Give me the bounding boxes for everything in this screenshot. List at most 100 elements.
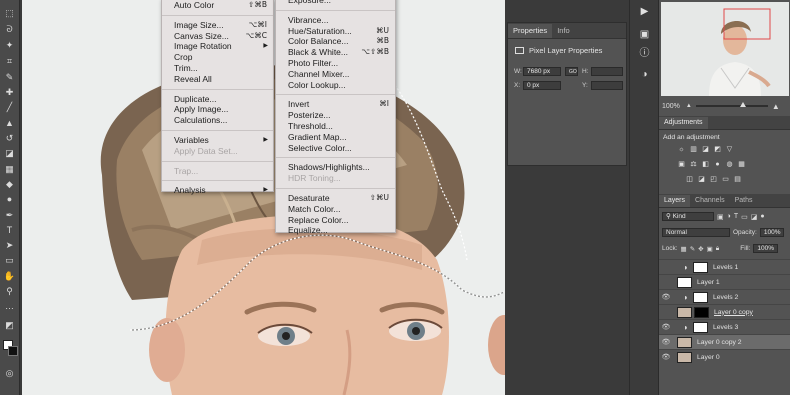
layer-name[interactable]: Levels 3: [713, 324, 738, 331]
gradient-map-icon[interactable]: ▭: [721, 175, 730, 183]
filter-toggle-icon[interactable]: ●: [760, 213, 764, 220]
dodge-tool-icon[interactable]: ●: [2, 194, 17, 205]
layer-name[interactable]: Layer 0 copy: [714, 309, 753, 316]
pen-tool-icon[interactable]: ✒: [2, 210, 17, 221]
quick-mask-icon[interactable]: ◎: [2, 368, 17, 379]
adjustments-menu-item-color-lookup[interactable]: Color Lookup...: [276, 80, 395, 91]
adjustments-menu-item-gradient-map[interactable]: Gradient Map...: [276, 132, 395, 143]
blur-tool-icon[interactable]: ◆: [2, 179, 17, 190]
lock-all-icon[interactable]: 🔒︎: [716, 245, 719, 253]
background-color-swatch[interactable]: [8, 346, 18, 356]
image-menu-item-trim[interactable]: Trim...: [162, 63, 273, 74]
stamp-tool-icon[interactable]: ▲: [2, 118, 17, 129]
eyedropper-tool-icon[interactable]: ✎: [2, 72, 17, 83]
image-menu-item-duplicate[interactable]: Duplicate...: [162, 94, 273, 105]
x-field[interactable]: 0 px: [523, 81, 561, 90]
magic-wand-tool-icon[interactable]: ✦: [2, 40, 17, 51]
filter-type-icon[interactable]: T: [734, 213, 738, 220]
healing-brush-tool-icon[interactable]: ✚: [2, 87, 17, 98]
adjustments-menu-item-desaturate[interactable]: Desaturate ⇧⌘U: [276, 193, 395, 204]
layer-thumbnail[interactable]: [677, 276, 692, 288]
image-menu-item-canvas-size[interactable]: Canvas Size... ⌥⌘C: [162, 31, 273, 42]
blend-mode-dropdown[interactable]: Normal: [662, 228, 730, 237]
visibility-eye-icon[interactable]: 👁︎: [659, 338, 673, 346]
layer-row[interactable]: 👁︎ ◑ Levels 2: [659, 289, 790, 304]
image-menu-item-image-size[interactable]: Image Size... ⌥⌘I: [162, 20, 273, 31]
brightness-icon[interactable]: ☼: [677, 145, 686, 153]
adjustments-menu-item-replace-color[interactable]: Replace Color...: [276, 215, 395, 226]
height-field[interactable]: [591, 67, 623, 76]
document-canvas[interactable]: Auto Color ⇧⌘B Image Size... ⌥⌘I Canvas Size…: [22, 0, 505, 395]
layer-mask-thumbnail[interactable]: [693, 261, 708, 273]
adjustments-menu-item-black-white[interactable]: Black & White... ⌥⇧⌘B: [276, 47, 395, 58]
visibility-eye-icon[interactable]: 👁︎: [659, 353, 673, 361]
lasso-tool-icon[interactable]: ᘐ: [2, 24, 17, 35]
history-brush-tool-icon[interactable]: ↺: [2, 133, 17, 144]
levels-icon[interactable]: ▥: [689, 145, 698, 153]
adjustments-menu-item-photo-filter[interactable]: Photo Filter...: [276, 58, 395, 69]
image-menu-item-apply-image[interactable]: Apply Image...: [162, 104, 273, 115]
adjustments-menu-item-posterize[interactable]: Posterize...: [276, 110, 395, 121]
image-menu-item-calculations[interactable]: Calculations...: [162, 115, 273, 126]
threshold-icon[interactable]: ◰: [709, 175, 718, 183]
layer-name[interactable]: Levels 2: [713, 294, 738, 301]
layer-mask-thumbnail[interactable]: [693, 321, 708, 333]
opacity-field[interactable]: 100%: [759, 228, 785, 237]
layer-filter-dropdown[interactable]: ⚲ Kind: [662, 212, 714, 221]
filter-shape-icon[interactable]: ▭: [741, 213, 748, 221]
layer-name[interactable]: Levels 1: [713, 264, 738, 271]
layer-row[interactable]: ◑ Levels 1: [659, 259, 790, 274]
adjustments-menu-item-invert[interactable]: Invert ⌘I: [276, 99, 395, 110]
tab-channels[interactable]: Channels: [690, 195, 730, 207]
eraser-tool-icon[interactable]: ◪: [2, 148, 17, 159]
filter-pixel-icon[interactable]: ▣: [717, 213, 724, 221]
adjustments-menu-item-color-balance[interactable]: Color Balance... ⌘B: [276, 36, 395, 47]
adjustments-menu-item-vibrance[interactable]: Vibrance...: [276, 15, 395, 26]
adjustments-icon[interactable]: ◑: [638, 68, 651, 80]
zoom-slider-handle[interactable]: [739, 102, 746, 107]
image-menu-item-image-rotation[interactable]: Image Rotation ▶: [162, 41, 273, 52]
layer-thumbnail[interactable]: [677, 306, 692, 318]
layer-thumbnail[interactable]: [677, 336, 692, 348]
layer-row[interactable]: 👁︎ ◑ Levels 3: [659, 319, 790, 334]
tab-paths[interactable]: Paths: [730, 195, 758, 207]
layer-row[interactable]: Layer 0 copy: [659, 304, 790, 319]
invert-icon[interactable]: ◫: [685, 175, 694, 183]
marquee-tool-icon[interactable]: ⬚: [2, 8, 17, 19]
vibrance-icon[interactable]: ▣: [677, 160, 686, 168]
tab-layers[interactable]: Layers: [659, 195, 691, 207]
y-field[interactable]: [591, 81, 623, 90]
filter-adjustment-icon[interactable]: ◑: [727, 213, 731, 220]
image-menu-item-auto-color[interactable]: Auto Color ⇧⌘B: [162, 0, 273, 11]
zoom-tool-icon[interactable]: ⚲: [2, 286, 17, 297]
posterize-icon[interactable]: ◪: [697, 175, 706, 183]
brush-tool-icon[interactable]: ╱: [2, 102, 17, 113]
selective-color-icon[interactable]: ▤: [733, 175, 742, 183]
lock-paint-icon[interactable]: ✎: [690, 245, 695, 253]
layer-comps-icon[interactable]: ▣: [638, 28, 651, 40]
zoom-value[interactable]: 100%: [662, 103, 680, 110]
width-field[interactable]: 7680 px: [523, 67, 561, 76]
balance-icon[interactable]: ◧: [701, 160, 710, 168]
navigator-preview[interactable]: [661, 2, 789, 96]
filter-smart-icon[interactable]: ◪: [751, 213, 758, 221]
exposure-icon[interactable]: ◩: [713, 145, 722, 153]
path-selection-tool-icon[interactable]: ➤: [2, 240, 17, 251]
more-tools-icon[interactable]: …: [2, 301, 17, 312]
adjustments-menu-item-selective-color[interactable]: Selective Color...: [276, 143, 395, 154]
layer-mask-thumbnail[interactable]: [694, 306, 709, 318]
layer-name[interactable]: Layer 0: [697, 354, 720, 361]
lock-artboard-icon[interactable]: ▣: [707, 245, 713, 253]
layer-name[interactable]: Layer 0 copy 2: [697, 339, 742, 346]
image-menu-item-crop[interactable]: Crop: [162, 52, 273, 63]
layer-row[interactable]: 👁︎ Layer 0: [659, 349, 790, 364]
play-icon[interactable]: ▶: [638, 5, 651, 17]
layer-thumbnail[interactable]: [677, 351, 692, 363]
lookup-icon[interactable]: ▦: [737, 160, 746, 168]
link-dimensions-button[interactable]: GO: [565, 67, 578, 76]
hand-tool-icon[interactable]: ✋: [2, 271, 17, 282]
adjustments-menu-item-hue-saturation[interactable]: Hue/Saturation... ⌘U: [276, 26, 395, 37]
lock-pixels-icon[interactable]: ▦: [681, 245, 687, 253]
fill-field[interactable]: 100%: [753, 244, 778, 253]
curves-icon[interactable]: ◪: [701, 145, 710, 153]
